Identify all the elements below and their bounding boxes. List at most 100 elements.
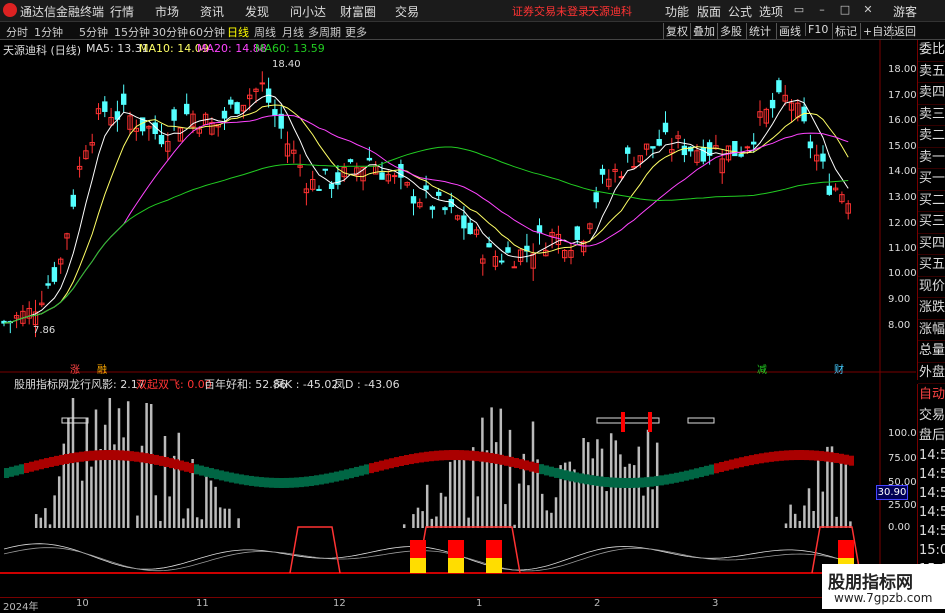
tab-1min[interactable]: 1分钟 bbox=[34, 24, 63, 40]
band-segment bbox=[14, 465, 19, 476]
band-segment bbox=[194, 464, 199, 475]
marker-hui[interactable]: 融 bbox=[97, 361, 107, 376]
marker-jian[interactable]: 减 bbox=[757, 361, 767, 376]
kline-chart[interactable] bbox=[0, 40, 916, 600]
band-segment bbox=[749, 455, 754, 466]
tab-multi[interactable]: 多周期 bbox=[308, 24, 341, 40]
tab-30min[interactable]: 30分钟 bbox=[152, 24, 188, 40]
y-tick: 10.00 bbox=[888, 268, 917, 279]
side-trade[interactable]: 交易 bbox=[918, 406, 945, 426]
band-segment bbox=[519, 459, 524, 470]
indicator-name[interactable]: 股朋指标网 bbox=[14, 376, 69, 392]
quote-row[interactable]: 卖四 bbox=[918, 83, 945, 105]
band-segment bbox=[404, 454, 409, 465]
band-segment bbox=[244, 475, 249, 486]
login-warning[interactable]: 证券交易未登录 bbox=[512, 3, 589, 19]
candle-body bbox=[461, 215, 467, 229]
candle-body bbox=[259, 82, 266, 85]
tab-monthly[interactable]: 月线 bbox=[282, 24, 304, 40]
date-label: 2 bbox=[594, 598, 601, 609]
band-segment bbox=[699, 467, 704, 478]
tool-back[interactable]: 返回 bbox=[891, 23, 918, 39]
menu-market[interactable]: 行情 bbox=[110, 3, 134, 20]
band-segment bbox=[654, 476, 659, 487]
quote-row[interactable]: 卖二 bbox=[918, 126, 945, 148]
signal-block-yellow bbox=[410, 558, 426, 573]
quote-row[interactable]: 外盘 bbox=[918, 363, 945, 384]
side-after[interactable]: 盘后 bbox=[918, 426, 945, 446]
tool-draw[interactable]: 画线 bbox=[776, 23, 803, 39]
watermark: 股朋指标网 www.7gpzb.com bbox=[822, 564, 945, 609]
menu-news[interactable]: 资讯 bbox=[200, 3, 224, 20]
menu-wealth[interactable]: 财富圈 bbox=[340, 3, 376, 20]
menu-ask[interactable]: 问小达 bbox=[290, 3, 326, 20]
marker-zhang[interactable]: 涨 bbox=[70, 361, 80, 376]
band-segment bbox=[509, 456, 514, 467]
band-segment bbox=[724, 460, 729, 471]
band-segment bbox=[539, 464, 544, 475]
band-segment bbox=[279, 477, 284, 488]
quote-row[interactable]: 卖三 bbox=[918, 105, 945, 126]
menu-discover[interactable]: 发现 bbox=[245, 3, 269, 20]
guest-label[interactable]: 游客 bbox=[893, 3, 917, 20]
band-segment bbox=[474, 451, 479, 462]
band-segment bbox=[754, 454, 759, 465]
watermark-url: www.7gpzb.com bbox=[834, 591, 933, 605]
y-tick: 9.00 bbox=[888, 294, 911, 305]
quote-row[interactable]: 涨跌 bbox=[918, 298, 945, 320]
candle-body bbox=[505, 247, 511, 253]
quote-row[interactable]: 卖五 bbox=[918, 62, 945, 83]
band-segment bbox=[324, 473, 329, 484]
maximize-icon[interactable]: □ bbox=[838, 3, 852, 17]
quote-row[interactable]: 买三 bbox=[918, 212, 945, 234]
tab-5min[interactable]: 5分钟 bbox=[79, 24, 108, 40]
band-segment bbox=[704, 465, 709, 476]
candle-body bbox=[599, 168, 606, 175]
band-segment bbox=[349, 468, 354, 479]
candle-body bbox=[278, 113, 284, 129]
menu-layout[interactable]: 版面 bbox=[697, 3, 721, 20]
close-icon[interactable]: ✕ bbox=[861, 3, 875, 17]
menu-formula[interactable]: 公式 bbox=[728, 3, 752, 20]
quote-row[interactable]: 委比 bbox=[918, 40, 945, 62]
y-tick: 16.00 bbox=[888, 115, 917, 126]
quote-row[interactable]: 涨幅 bbox=[918, 320, 945, 341]
quote-row[interactable]: 买五 bbox=[918, 255, 945, 277]
candle-body bbox=[807, 141, 814, 149]
tool-adjust[interactable]: 复权 bbox=[663, 23, 690, 39]
marker-cai[interactable]: 财 bbox=[834, 361, 844, 376]
tool-stats[interactable]: 统计 bbox=[746, 23, 773, 39]
tool-overlay[interactable]: 叠加 bbox=[690, 23, 717, 39]
date-label: 1 bbox=[476, 598, 483, 609]
quote-row[interactable]: 卖一 bbox=[918, 148, 945, 169]
tool-multi[interactable]: 多股 bbox=[717, 23, 744, 39]
tab-15min[interactable]: 15分钟 bbox=[114, 24, 150, 40]
band-segment bbox=[374, 461, 379, 472]
menu-trade[interactable]: 交易 bbox=[395, 3, 419, 20]
menu-options[interactable]: 选项 bbox=[759, 3, 783, 20]
tool-f10[interactable]: F10 bbox=[805, 23, 830, 36]
restore-icon[interactable]: ▭ bbox=[792, 3, 806, 17]
tab-more[interactable]: 更多 bbox=[345, 24, 367, 40]
minimize-icon[interactable]: – bbox=[815, 3, 829, 17]
tab-60min[interactable]: 60分钟 bbox=[189, 24, 225, 40]
quote-row[interactable]: 买四 bbox=[918, 234, 945, 255]
quote-row[interactable]: 现价 bbox=[918, 277, 945, 298]
band-segment bbox=[714, 463, 719, 474]
side-auto[interactable]: 自动 bbox=[918, 384, 945, 406]
low-price-label: 7.86 bbox=[33, 325, 56, 336]
menu-function[interactable]: 功能 bbox=[665, 3, 689, 20]
tab-daily[interactable]: 日线 bbox=[227, 24, 249, 40]
signal-block-red bbox=[448, 540, 464, 558]
candle-body bbox=[574, 226, 580, 240]
menu-markets[interactable]: 市场 bbox=[155, 3, 179, 20]
quote-row[interactable]: 买二 bbox=[918, 191, 945, 212]
candle-body bbox=[486, 243, 492, 248]
band-segment bbox=[489, 453, 494, 464]
band-segment bbox=[359, 465, 364, 476]
quote-row[interactable]: 总量 bbox=[918, 341, 945, 363]
quote-row[interactable]: 买一 bbox=[918, 169, 945, 191]
tab-weekly[interactable]: 周线 bbox=[254, 24, 276, 40]
tool-mark[interactable]: 标记 bbox=[832, 23, 859, 39]
tab-intraday[interactable]: 分时 bbox=[6, 24, 28, 40]
